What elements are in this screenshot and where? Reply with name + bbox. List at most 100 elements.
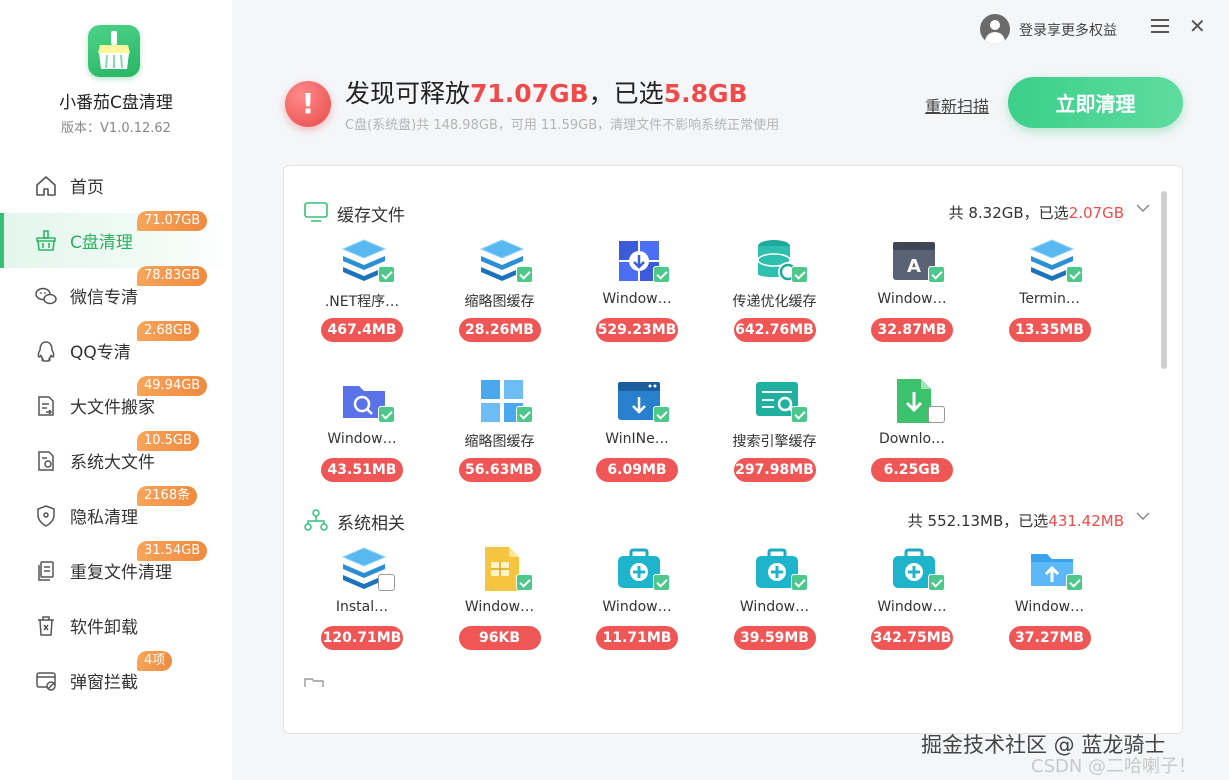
clean-item[interactable]: Window… 37.27MB: [1000, 544, 1100, 654]
clean-item[interactable]: Downlo… 6.25GB: [862, 376, 962, 486]
summary-title: 发现可释放71.07GB，已选5.8GB: [345, 79, 748, 108]
sidebar-badge: 49.94GB: [137, 376, 208, 396]
sidebar-item-qq-clean[interactable]: QQ专清 2.68GB: [0, 321, 232, 378]
checkbox-checked[interactable]: [515, 574, 533, 591]
sidebar-item-c-drive-clean[interactable]: C盘清理 71.07GB: [0, 211, 232, 268]
sidebar-item-label: C盘清理: [70, 233, 133, 253]
user-avatar[interactable]: [980, 14, 1010, 44]
clean-item-size: 13.35MB: [1008, 318, 1091, 342]
checkbox-unchecked[interactable]: [928, 406, 945, 423]
menu-icon[interactable]: [1151, 19, 1169, 35]
wechat-icon: [35, 287, 57, 304]
clean-item[interactable]: 搜索引擎缓存 297.98MB: [725, 376, 825, 486]
checkbox-checked[interactable]: [790, 266, 808, 283]
clean-item-size: 6.09MB: [596, 458, 678, 482]
sidebar-badge: 71.07GB: [137, 211, 208, 231]
clean-item-label: 缩略图缓存: [464, 434, 535, 450]
sidebar-item-label: 弹窗拦截: [70, 673, 138, 693]
sidebar-item-system-big-file[interactable]: 系统大文件 10.5GB: [0, 431, 232, 488]
scrollbar[interactable]: [1161, 191, 1167, 369]
broom-basket-icon: [36, 229, 56, 251]
checkbox-checked[interactable]: [928, 266, 945, 283]
checkbox-checked[interactable]: [378, 406, 395, 423]
sidebar-item-label: 软件卸载: [70, 618, 138, 638]
sidebar-item-duplicate-clean[interactable]: 重复文件清理 31.54GB: [0, 541, 232, 598]
clean-item[interactable]: A Window… 32.87MB: [862, 236, 962, 346]
checkbox-checked[interactable]: [515, 266, 533, 283]
sidebar-item-label: 大文件搬家: [70, 398, 155, 418]
uninstall-icon: [38, 615, 54, 636]
clean-now-button[interactable]: 立即清理: [1008, 77, 1183, 128]
next-section-partial: [304, 673, 424, 687]
sidebar-item-big-file-move[interactable]: 大文件搬家 49.94GB: [0, 376, 232, 433]
sidebar-item-label: 微信专清: [70, 288, 138, 308]
alert-icon: !: [285, 81, 331, 127]
clean-item-size: 342.75MB: [871, 626, 953, 650]
login-link[interactable]: 登录享更多权益: [1019, 20, 1117, 40]
clean-item-size: 120.71MB: [321, 626, 403, 650]
network-icon: [304, 509, 328, 531]
checkbox-checked[interactable]: [928, 574, 945, 591]
sidebar-item-home[interactable]: 首页: [0, 158, 232, 213]
clean-item-label: WinINe…: [605, 431, 669, 447]
sidebar-badge: 31.54GB: [137, 541, 208, 561]
popup-block-icon: [36, 671, 56, 691]
clean-item-label: Instal…: [335, 599, 389, 615]
checkbox-checked[interactable]: [653, 266, 670, 283]
checkbox-unchecked[interactable]: [378, 574, 395, 591]
clean-item[interactable]: Window… 11.71MB: [587, 544, 687, 654]
app-version: 版本：V1.0.12.62: [61, 121, 171, 136]
checkbox-checked[interactable]: [1065, 574, 1083, 591]
section-stats: 共 8.32GB，已选2.07GB: [948, 204, 1124, 222]
clean-item[interactable]: .NET程序… 467.4MB: [312, 236, 412, 346]
clean-item[interactable]: Window… 96KB: [450, 544, 550, 654]
checkbox-checked[interactable]: [378, 266, 395, 283]
sidebar-item-label: 重复文件清理: [70, 563, 172, 583]
checkbox-checked[interactable]: [1065, 266, 1083, 283]
clean-item-label: Window…: [1014, 599, 1085, 615]
clean-item-label: .NET程序…: [324, 294, 400, 310]
sidebar-badge: 2.68GB: [137, 321, 199, 341]
chevron-down-icon[interactable]: [1136, 509, 1150, 523]
clean-item-label: Downlo…: [878, 431, 946, 447]
clean-item-size: 56.63MB: [458, 458, 541, 482]
clean-item-size: 6.25GB: [871, 458, 953, 482]
clean-item-size: 39.59MB: [733, 626, 816, 650]
sidebar-badge: 10.5GB: [137, 431, 199, 451]
sidebar-item-wechat-clean[interactable]: 微信专清 78.83GB: [0, 266, 232, 323]
clean-item-size: 96KB: [458, 626, 541, 650]
disk-info: C盘(系统盘)共 148.98GB，可用 11.59GB，清理文件不影响系统正常…: [345, 118, 780, 133]
checkbox-checked[interactable]: [790, 574, 808, 591]
system-file-icon: [38, 450, 54, 471]
app-logo: [88, 25, 140, 77]
clean-item[interactable]: WinINe… 6.09MB: [587, 376, 687, 486]
sidebar-item-uninstall[interactable]: 软件卸载: [0, 598, 232, 653]
sidebar-badge: 2168条: [137, 486, 198, 506]
clean-item-label: 传递优化缓存: [732, 294, 817, 310]
clean-item-label: Window…: [602, 599, 672, 615]
clean-item[interactable]: Window… 529.23MB: [587, 236, 687, 346]
watermark-csdn: CSDN @二哈喇子！: [1031, 756, 1197, 777]
rescan-link[interactable]: 重新扫描: [925, 93, 989, 117]
clean-item[interactable]: 缩略图缓存 56.63MB: [450, 376, 550, 486]
checkbox-checked[interactable]: [653, 574, 670, 591]
duplicate-file-icon: [38, 560, 54, 581]
checkbox-checked[interactable]: [790, 406, 808, 423]
clean-item[interactable]: Window… 39.59MB: [725, 544, 825, 654]
home-icon: [36, 175, 56, 196]
clean-item[interactable]: Instal… 120.71MB: [312, 544, 412, 654]
close-icon[interactable]: ✕: [1189, 16, 1206, 36]
clean-item[interactable]: 缩略图缓存 28.26MB: [450, 236, 550, 346]
sidebar-item-label: 系统大文件: [70, 453, 155, 473]
clean-item[interactable]: 传递优化缓存 642.76MB: [725, 236, 825, 346]
clean-item-label: Window…: [464, 599, 535, 615]
clean-item[interactable]: Window… 342.75MB: [862, 544, 962, 654]
chevron-down-icon[interactable]: [1136, 201, 1150, 215]
clean-item[interactable]: Window… 43.51MB: [312, 376, 412, 486]
clean-item-label: Window…: [739, 599, 810, 615]
checkbox-checked[interactable]: [653, 406, 670, 423]
sidebar-item-popup-block[interactable]: 弹窗拦截 4项: [0, 651, 232, 708]
checkbox-checked[interactable]: [515, 406, 533, 423]
sidebar-item-privacy-clean[interactable]: 隐私清理 2168条: [0, 486, 232, 543]
clean-item[interactable]: Termin… 13.35MB: [1000, 236, 1100, 346]
